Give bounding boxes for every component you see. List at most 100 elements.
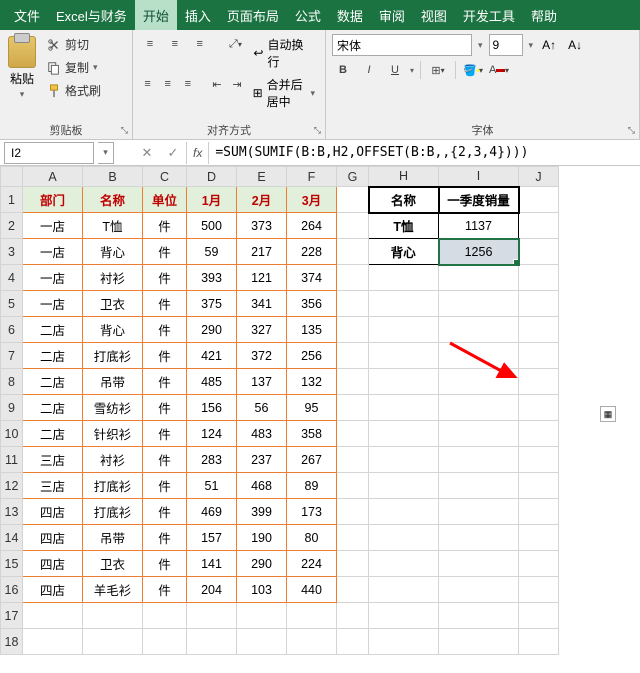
cell[interactable]: 95 (287, 395, 337, 421)
cell[interactable] (337, 317, 369, 343)
row-header[interactable]: 4 (1, 265, 23, 291)
align-bottom-button[interactable]: ≡ (189, 34, 211, 54)
cell[interactable] (439, 629, 519, 655)
name-box-dropdown[interactable]: ▾ (98, 142, 114, 164)
cell[interactable]: 件 (143, 265, 187, 291)
cell[interactable]: 件 (143, 213, 187, 239)
cell[interactable] (519, 291, 559, 317)
cell[interactable] (23, 629, 83, 655)
cell[interactable]: T恤 (369, 213, 439, 239)
cell[interactable]: 吊带 (83, 525, 143, 551)
column-header[interactable]: C (143, 167, 187, 187)
spreadsheet-grid[interactable]: ABCDEFGHIJ1部门名称单位1月2月3月名称一季度销量2一店T恤件5003… (0, 166, 640, 655)
cell[interactable] (337, 213, 369, 239)
row-header[interactable]: 12 (1, 473, 23, 499)
cell[interactable]: 89 (287, 473, 337, 499)
underline-button[interactable]: U (384, 60, 406, 80)
cell[interactable] (143, 603, 187, 629)
row-header[interactable]: 6 (1, 317, 23, 343)
cell[interactable]: 483 (237, 421, 287, 447)
cell[interactable]: 373 (237, 213, 287, 239)
row-header[interactable]: 1 (1, 187, 23, 213)
row-header[interactable]: 11 (1, 447, 23, 473)
decrease-indent-button[interactable]: ⇤ (208, 74, 225, 94)
cell[interactable] (369, 265, 439, 291)
cell[interactable]: 264 (287, 213, 337, 239)
column-header[interactable]: I (439, 167, 519, 187)
fx-label[interactable]: fx (186, 142, 209, 164)
cell[interactable]: 356 (287, 291, 337, 317)
increase-font-button[interactable]: A↑ (539, 38, 559, 52)
bold-button[interactable]: B (332, 60, 354, 80)
cell[interactable] (337, 525, 369, 551)
cell[interactable]: 三店 (23, 447, 83, 473)
cell[interactable] (439, 317, 519, 343)
cell[interactable] (337, 343, 369, 369)
cell[interactable]: 二店 (23, 369, 83, 395)
cell[interactable]: 四店 (23, 499, 83, 525)
select-all-corner[interactable] (1, 167, 23, 187)
clipboard-launcher-icon[interactable]: ⤡ (121, 125, 128, 136)
cell[interactable] (237, 603, 287, 629)
row-header[interactable]: 14 (1, 525, 23, 551)
cell[interactable]: 件 (143, 473, 187, 499)
cell[interactable]: 衬衫 (83, 265, 143, 291)
cell[interactable]: 单位 (143, 187, 187, 213)
cell[interactable]: 名称 (369, 187, 439, 213)
tab-data[interactable]: 数据 (329, 0, 371, 30)
fill-color-button[interactable]: 🪣▾ (462, 60, 484, 80)
cell[interactable]: 名称 (83, 187, 143, 213)
align-top-button[interactable]: ≡ (139, 34, 161, 54)
cell[interactable]: 打底衫 (83, 343, 143, 369)
cell[interactable]: 256 (287, 343, 337, 369)
cell[interactable]: 件 (143, 447, 187, 473)
cell[interactable] (287, 603, 337, 629)
cell[interactable]: 一店 (23, 213, 83, 239)
increase-indent-button[interactable]: ⇥ (228, 74, 245, 94)
cell[interactable] (369, 395, 439, 421)
cell[interactable] (519, 447, 559, 473)
column-header[interactable]: H (369, 167, 439, 187)
cell[interactable] (369, 603, 439, 629)
cell[interactable] (369, 629, 439, 655)
cell[interactable]: 卫衣 (83, 291, 143, 317)
cell[interactable] (337, 265, 369, 291)
cell[interactable] (519, 239, 559, 265)
cell[interactable]: 290 (237, 551, 287, 577)
tab-review[interactable]: 审阅 (371, 0, 413, 30)
cell[interactable] (519, 369, 559, 395)
row-header[interactable]: 15 (1, 551, 23, 577)
tab-help[interactable]: 帮助 (523, 0, 565, 30)
cell[interactable]: 224 (287, 551, 337, 577)
cell[interactable] (439, 603, 519, 629)
cell[interactable]: 部门 (23, 187, 83, 213)
cell[interactable]: 267 (287, 447, 337, 473)
cell[interactable]: 327 (237, 317, 287, 343)
cell[interactable]: 件 (143, 499, 187, 525)
cell[interactable] (23, 603, 83, 629)
cell[interactable]: 124 (187, 421, 237, 447)
italic-button[interactable]: I (358, 60, 380, 80)
row-header[interactable]: 18 (1, 629, 23, 655)
cell[interactable] (439, 473, 519, 499)
cell[interactable]: 四店 (23, 525, 83, 551)
cell[interactable]: 四店 (23, 551, 83, 577)
cell[interactable]: 吊带 (83, 369, 143, 395)
tab-page-layout[interactable]: 页面布局 (219, 0, 287, 30)
cell[interactable]: 二店 (23, 421, 83, 447)
cell[interactable] (337, 629, 369, 655)
alignment-launcher-icon[interactable]: ⤡ (314, 125, 321, 136)
autofill-options-icon[interactable]: ▦ (600, 406, 616, 422)
font-name-dropdown-icon[interactable]: ▾ (478, 40, 483, 51)
tab-start[interactable]: 开始 (135, 0, 177, 30)
cell[interactable] (369, 421, 439, 447)
cell[interactable]: 56 (237, 395, 287, 421)
cell[interactable]: 393 (187, 265, 237, 291)
cell[interactable] (519, 551, 559, 577)
cell[interactable] (439, 577, 519, 603)
cell[interactable]: 件 (143, 343, 187, 369)
cell[interactable] (519, 577, 559, 603)
enter-formula-button[interactable]: ✓ (160, 145, 186, 161)
column-header[interactable]: D (187, 167, 237, 187)
format-painter-button[interactable]: 格式刷 (44, 80, 104, 101)
